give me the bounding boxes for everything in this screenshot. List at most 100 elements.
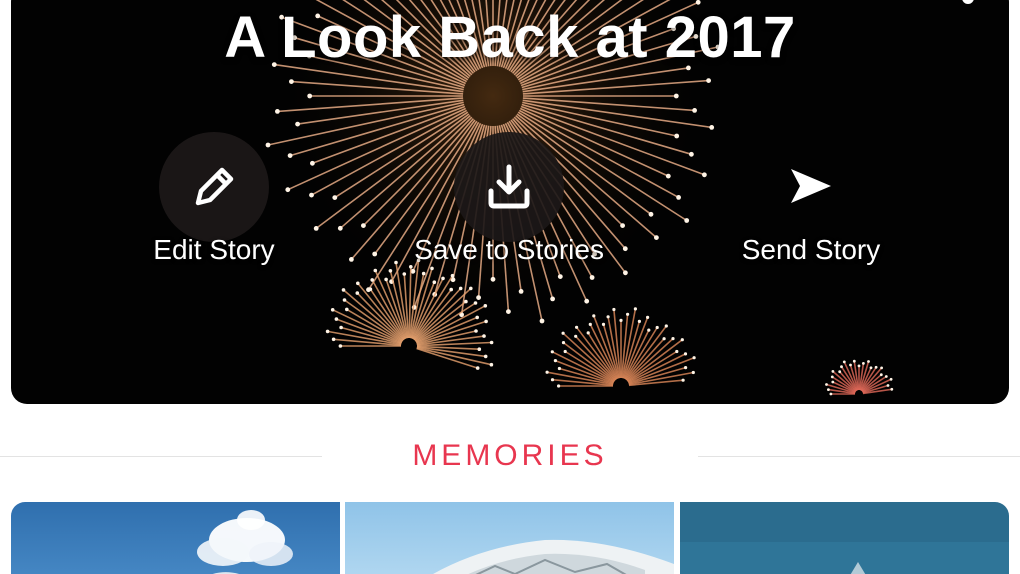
firework-spark [684,366,688,370]
divider-left [0,456,322,457]
firework-spark [295,121,300,127]
firework-spark [368,287,373,292]
memory-thumbnail [11,502,340,574]
firework-spark [869,366,873,370]
firework-spark [606,315,610,319]
send-story-icon-bg [756,132,866,242]
firework-spark [349,257,354,262]
firework-spark [840,365,843,369]
firework-spark [825,383,828,386]
firework-spark [474,329,478,333]
firework-spark [648,211,654,217]
firework-spark [665,173,671,179]
firework-spark [674,133,680,139]
firework-spark [867,360,870,363]
firework-spark [574,334,578,338]
firework-spark [884,375,888,378]
firework-spark [857,364,861,368]
firework-spark [664,324,668,328]
firework-spark [890,387,894,391]
firework-spark [550,378,555,382]
story-title: A Look Back at 2017 [224,5,796,70]
firework-spark [584,298,590,304]
pencil-icon [195,167,234,206]
memory-thumbnail [345,502,674,574]
firework-spark [483,354,488,359]
memory-tile[interactable] [345,502,674,574]
firework-spark [586,331,590,335]
firework-spark [539,318,545,324]
firework-spark [550,350,554,354]
firework-spark [356,281,360,286]
firework-spark [692,108,697,113]
firework-spark [601,322,606,326]
firework-spark [483,304,488,308]
firework-spark [473,301,478,305]
firework-spark [683,352,688,356]
firework-spark [489,362,494,367]
save-to-stories-button[interactable]: Save to Stories [379,132,639,292]
firework-spark [355,291,360,295]
firework-spark [331,337,336,342]
firework-spark [489,340,494,345]
firework-spark [345,307,349,312]
firework-spark [330,308,335,312]
save-to-stories-icon-bg [454,132,564,242]
firework-spark [838,370,842,374]
firework-spark [484,319,488,324]
memory-tile[interactable] [11,502,340,574]
firework-spark [588,322,592,326]
firework-spark [307,93,313,99]
firework-spark [829,392,833,396]
firework-spark [476,295,481,300]
firework-spark [654,235,659,241]
firework-spark [339,325,343,330]
story-card[interactable]: A Look Back at 2017 Edit Story Save to S… [11,0,1009,404]
firework-spark [691,370,695,375]
firework-spark [506,309,511,314]
save-to-stories-label: Save to Stories [414,234,604,265]
send-arrow-icon [791,169,831,203]
download-icon [488,164,530,209]
firework-spark [561,341,566,345]
firework-spark [880,366,883,370]
firework-spark [619,318,623,322]
screen: A Look Back at 2017 Edit Story Save to S… [0,0,1020,574]
firework-spark [852,359,856,363]
firework-spark [342,298,347,302]
firework-spark [874,365,878,369]
firework-spark [557,384,561,388]
firework-spark [275,109,280,114]
edit-story-button[interactable]: Edit Story [84,132,344,292]
firework-spark [673,93,679,99]
firework-spark [545,370,549,374]
firework-spark [709,125,715,130]
firework-spark [680,338,684,342]
firework-spark [827,388,830,391]
firework-spark [842,360,846,364]
firework-spark [637,319,642,323]
firework-spark [553,359,558,363]
firework-spark [477,347,482,352]
memory-tile[interactable] [680,502,1009,574]
firework-spark [675,349,679,354]
firework-spark [831,380,835,384]
firework-spark [334,317,339,321]
send-story-button[interactable]: Send Story [681,132,941,292]
firework-spark [592,314,596,318]
firework-spark [575,325,579,329]
firework-spark [849,363,852,367]
firework-spark [655,325,659,330]
memory-thumbnail [680,502,1009,574]
edit-story-label: Edit Story [153,234,275,265]
firework-spark [475,315,480,320]
firework-spark [361,223,366,229]
memories-heading: MEMORIES [412,439,608,472]
firework-spark [647,328,651,332]
firework-spark [889,377,893,381]
firework-spark [633,307,638,311]
firework-spark [646,315,650,319]
firework-spark [830,375,834,379]
firework-spark [626,312,630,316]
firework-spark [482,334,486,338]
